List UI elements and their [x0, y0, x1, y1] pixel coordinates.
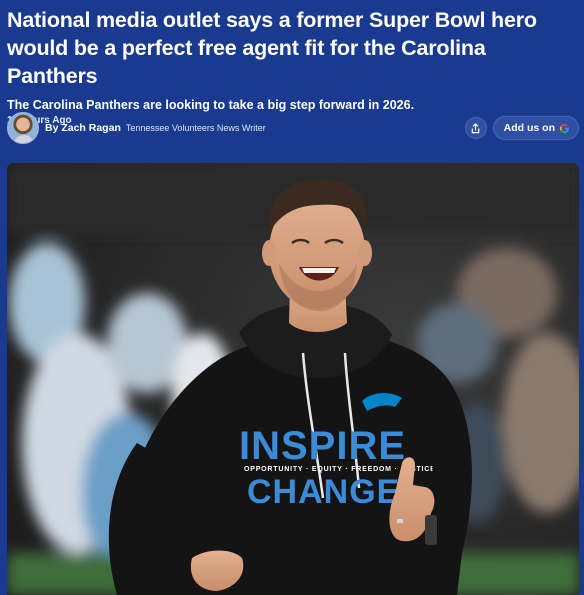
- article-actions: Add us on: [464, 116, 579, 140]
- share-button[interactable]: [464, 117, 487, 139]
- byline: By Zach Ragan Tennessee Volunteers News …: [45, 122, 266, 134]
- article-header: National media outlet says a former Supe…: [0, 0, 584, 126]
- share-icon: [471, 122, 480, 133]
- google-icon: [559, 123, 569, 133]
- shirt-text-inspire: INSPIRE: [239, 424, 406, 468]
- author-name[interactable]: By Zach Ragan: [45, 122, 121, 134]
- hero-image[interactable]: INSPIRE OPPORTUNITY · EQUITY · FREEDOM ·…: [7, 163, 579, 595]
- author-role: Tennessee Volunteers News Writer: [125, 123, 266, 133]
- add-us-label: Add us on: [503, 122, 555, 134]
- shirt-text-change: CHANGE: [247, 473, 400, 511]
- article-headline: National media outlet says a former Supe…: [7, 8, 537, 88]
- hero-photo: INSPIRE OPPORTUNITY · EQUITY · FREEDOM ·…: [7, 163, 579, 595]
- add-us-on-google-button[interactable]: Add us on: [492, 116, 579, 140]
- byline-row: By Zach Ragan Tennessee Volunteers News …: [7, 111, 579, 145]
- author-avatar[interactable]: [7, 112, 39, 144]
